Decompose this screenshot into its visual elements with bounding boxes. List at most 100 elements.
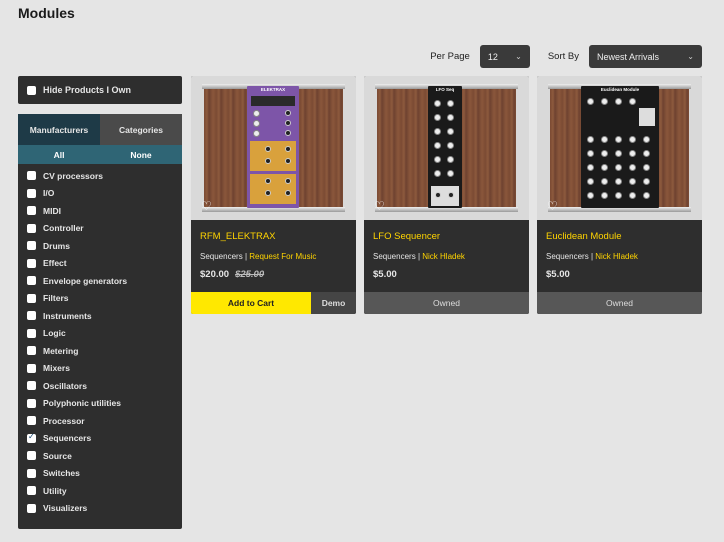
product-title[interactable]: RFM_ELEKTRAX — [200, 231, 276, 242]
category-checkbox[interactable] — [27, 503, 36, 513]
select-all-button[interactable]: All — [18, 145, 100, 164]
module-label: ELEKTRAX — [260, 87, 286, 92]
tab-categories[interactable]: Categories — [100, 114, 182, 145]
product-meta: Sequencers | Request For Music — [200, 252, 316, 261]
category-label: Oscillators — [43, 380, 87, 391]
category-checkbox[interactable] — [27, 381, 36, 391]
product-image[interactable]: Euclidean Module ♡ — [537, 76, 702, 220]
heart-icon[interactable]: ♡ — [547, 199, 558, 213]
category-checkbox[interactable] — [27, 346, 36, 356]
hide-owned-label: Hide Products I Own — [43, 85, 132, 95]
module-label: Euclidean Module — [600, 87, 640, 92]
per-page-value: 12 — [487, 51, 498, 62]
product-category: Sequencers — [373, 252, 416, 261]
category-checkbox[interactable] — [27, 451, 36, 461]
product-image[interactable]: LFO Seq ♡ — [364, 76, 529, 220]
category-item[interactable]: Source — [18, 447, 182, 465]
card-actions: Owned — [364, 292, 529, 314]
category-item[interactable]: Switches — [18, 465, 182, 483]
module-label: LFO Seq — [435, 87, 455, 92]
product-brand[interactable]: Nick Hladek — [422, 252, 465, 261]
category-checkbox[interactable] — [27, 486, 36, 496]
sort-by-select[interactable]: Newest Arrivals ⌄ — [589, 45, 702, 68]
sort-by-label: Sort By — [547, 51, 579, 62]
filter-tabs: Manufacturers Categories — [18, 114, 182, 145]
add-to-cart-button[interactable]: Add to Cart — [191, 292, 311, 314]
category-checkbox[interactable] — [27, 206, 36, 216]
hide-owned-checkbox[interactable] — [27, 85, 36, 95]
category-item[interactable]: Filters — [18, 290, 182, 308]
category-item[interactable]: Controller — [18, 220, 182, 238]
category-label: Processor — [43, 415, 85, 426]
product-brand[interactable]: Nick Hladek — [595, 252, 638, 261]
category-label: Filters — [43, 293, 69, 304]
product-category: Sequencers — [200, 252, 243, 261]
chevron-down-icon: ⌄ — [687, 52, 694, 61]
category-checkbox[interactable] — [27, 276, 36, 286]
filter-panel: Manufacturers Categories All None CV pro… — [18, 114, 182, 529]
category-checkbox[interactable] — [27, 293, 36, 303]
product-price: $5.00 — [546, 269, 570, 280]
select-none-button[interactable]: None — [100, 145, 182, 164]
category-label: Switches — [43, 468, 80, 479]
category-label: Source — [43, 450, 72, 461]
category-checkbox[interactable] — [27, 188, 36, 198]
category-label: Logic — [43, 328, 66, 339]
product-brand[interactable]: Request For Music — [249, 252, 316, 261]
category-item[interactable]: Envelope generators — [18, 272, 182, 290]
category-checkbox[interactable] — [27, 328, 36, 338]
product-title[interactable]: LFO Sequencer — [373, 231, 440, 242]
category-item[interactable]: Drums — [18, 237, 182, 255]
category-checkbox-checked[interactable] — [27, 432, 36, 443]
product-meta: Sequencers | Nick Hladek — [546, 252, 638, 261]
product-card[interactable]: ELEKTRAX ♡ RFM_ELEKTRAX Sequencers | Req… — [191, 76, 356, 314]
heart-icon[interactable]: ♡ — [201, 199, 212, 213]
category-label: Envelope generators — [43, 275, 128, 286]
category-checkbox[interactable] — [27, 311, 36, 321]
category-item[interactable]: Oscillators — [18, 377, 182, 395]
category-item[interactable]: Mixers — [18, 360, 182, 378]
category-checkbox[interactable] — [27, 416, 36, 426]
category-item[interactable]: I/O — [18, 185, 182, 203]
category-label: Effect — [43, 258, 67, 269]
category-item[interactable]: Visualizers — [18, 500, 182, 518]
old-price: $25.00 — [235, 269, 265, 280]
category-item[interactable]: Polyphonic utilities — [18, 395, 182, 413]
category-checkbox[interactable] — [27, 398, 36, 408]
category-label: Controller — [43, 223, 84, 234]
category-item[interactable]: MIDI — [18, 202, 182, 220]
category-item[interactable]: Processor — [18, 412, 182, 430]
category-checkbox[interactable] — [27, 223, 36, 233]
category-label: MIDI — [43, 205, 61, 216]
category-item[interactable]: Logic — [18, 325, 182, 343]
heart-icon[interactable]: ♡ — [374, 199, 385, 213]
category-checkbox[interactable] — [27, 363, 36, 373]
product-card[interactable]: Euclidean Module ♡ Euclidean Module Sequ… — [537, 76, 702, 314]
category-checkbox[interactable] — [27, 171, 36, 181]
category-checkbox[interactable] — [27, 468, 36, 478]
category-checkbox[interactable] — [27, 241, 36, 251]
product-price: $5.00 — [373, 269, 397, 280]
category-item[interactable]: Metering — [18, 342, 182, 360]
category-checkbox[interactable] — [27, 258, 36, 268]
per-page-select[interactable]: 12 ⌄ — [479, 45, 530, 68]
tab-manufacturers[interactable]: Manufacturers — [18, 114, 100, 145]
module-panel-image: ELEKTRAX — [247, 86, 299, 208]
product-title[interactable]: Euclidean Module — [546, 231, 622, 242]
product-meta: Sequencers | Nick Hladek — [373, 252, 465, 261]
product-category: Sequencers — [546, 252, 589, 261]
hide-owned-toggle[interactable]: Hide Products I Own — [18, 76, 182, 104]
current-price: $5.00 — [546, 269, 570, 280]
category-item[interactable]: CV processors — [18, 167, 182, 185]
category-item[interactable]: Utility — [18, 482, 182, 500]
category-list: CV processors I/O MIDI Controller Drums Effec… — [18, 164, 182, 517]
demo-button[interactable]: Demo — [311, 292, 356, 314]
category-item[interactable]: Effect — [18, 255, 182, 273]
per-page-label: Per Page — [430, 51, 470, 62]
category-label: Utility — [43, 485, 67, 496]
category-label: Metering — [43, 345, 79, 356]
product-card[interactable]: LFO Seq ♡ LFO Sequencer Sequencers | Nic… — [364, 76, 529, 314]
category-item[interactable]: Instruments — [18, 307, 182, 325]
product-image[interactable]: ELEKTRAX ♡ — [191, 76, 356, 220]
category-item[interactable]: Sequencers — [18, 430, 182, 448]
